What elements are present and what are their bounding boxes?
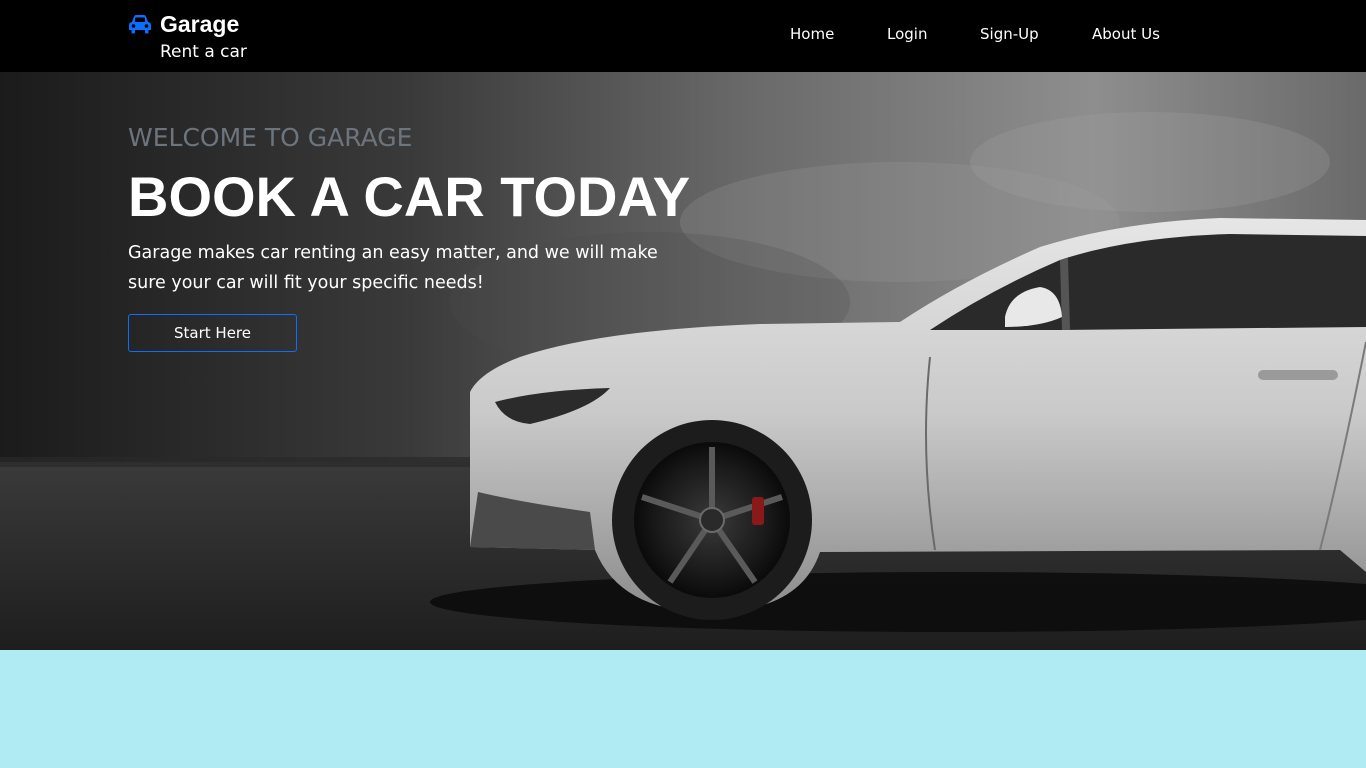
nav-link-sign-up[interactable]: Sign-Up	[980, 24, 1039, 44]
nav-link-about-us[interactable]: About Us	[1092, 24, 1160, 44]
brand-name: Garage	[160, 11, 240, 37]
welcome-text: WELCOME TO GARAGE	[128, 123, 413, 152]
navbar: Garage Rent a car Home Login Sign-Up Abo…	[0, 0, 1366, 72]
brand[interactable]: Garage Rent a car	[128, 10, 247, 63]
hero-headline: BOOK A CAR TODAY	[128, 165, 691, 228]
nav-link-home[interactable]: Home	[790, 24, 834, 44]
brand-tagline: Rent a car	[160, 42, 247, 62]
start-here-button[interactable]: Start Here	[128, 314, 297, 352]
lower-section	[0, 650, 1366, 768]
car-icon	[129, 15, 151, 34]
hero-lead-text: Garage makes car renting an easy matter,…	[128, 243, 658, 293]
hero-section: WELCOME TO GARAGE BOOK A CAR TODAY Garag…	[0, 72, 1366, 650]
hero-text: WELCOME TO GARAGE BOOK A CAR TODAY Garag…	[128, 122, 691, 352]
nav-link-login[interactable]: Login	[887, 24, 927, 44]
brand-row: Garage	[128, 10, 247, 38]
